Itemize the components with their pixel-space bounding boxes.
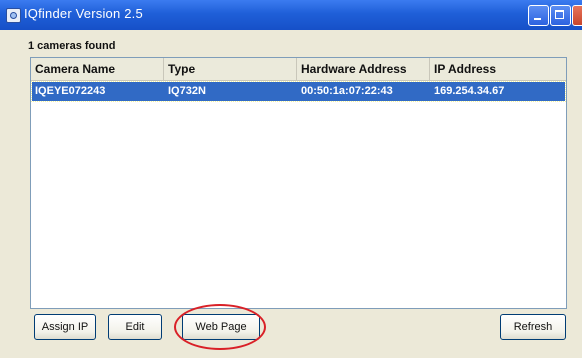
table-row[interactable]: IQEYE072243 IQ732N 00:50:1a:07:22:43 169…	[31, 81, 566, 102]
close-button[interactable]	[572, 5, 582, 26]
refresh-button[interactable]: Refresh	[500, 314, 566, 340]
column-header-hardware-address[interactable]: Hardware Address	[297, 58, 430, 80]
camera-list[interactable]: Camera Name Type Hardware Address IP Add…	[30, 57, 567, 309]
list-header: Camera Name Type Hardware Address IP Add…	[31, 58, 566, 81]
column-header-type[interactable]: Type	[164, 58, 297, 80]
cell-ip-address: 169.254.34.67	[434, 85, 505, 97]
edit-button[interactable]: Edit	[108, 314, 162, 340]
minimize-button[interactable]	[528, 5, 549, 26]
column-header-ip-address[interactable]: IP Address	[430, 58, 566, 80]
cell-camera-name: IQEYE072243	[35, 85, 106, 97]
maximize-button[interactable]	[550, 5, 571, 26]
web-page-button[interactable]: Web Page	[182, 314, 260, 340]
cameras-found-label: 1 cameras found	[28, 40, 116, 52]
column-header-camera-name[interactable]: Camera Name	[31, 58, 164, 80]
app-window: IQfinder Version 2.5 1 cameras found Cam…	[0, 0, 582, 358]
window-title: IQfinder Version 2.5	[24, 6, 143, 21]
cell-type: IQ732N	[168, 85, 206, 97]
assign-ip-button[interactable]: Assign IP	[34, 314, 96, 340]
camera-finder-icon	[6, 8, 21, 23]
title-bar[interactable]: IQfinder Version 2.5	[0, 0, 582, 30]
cell-hardware-address: 00:50:1a:07:22:43	[301, 85, 393, 97]
